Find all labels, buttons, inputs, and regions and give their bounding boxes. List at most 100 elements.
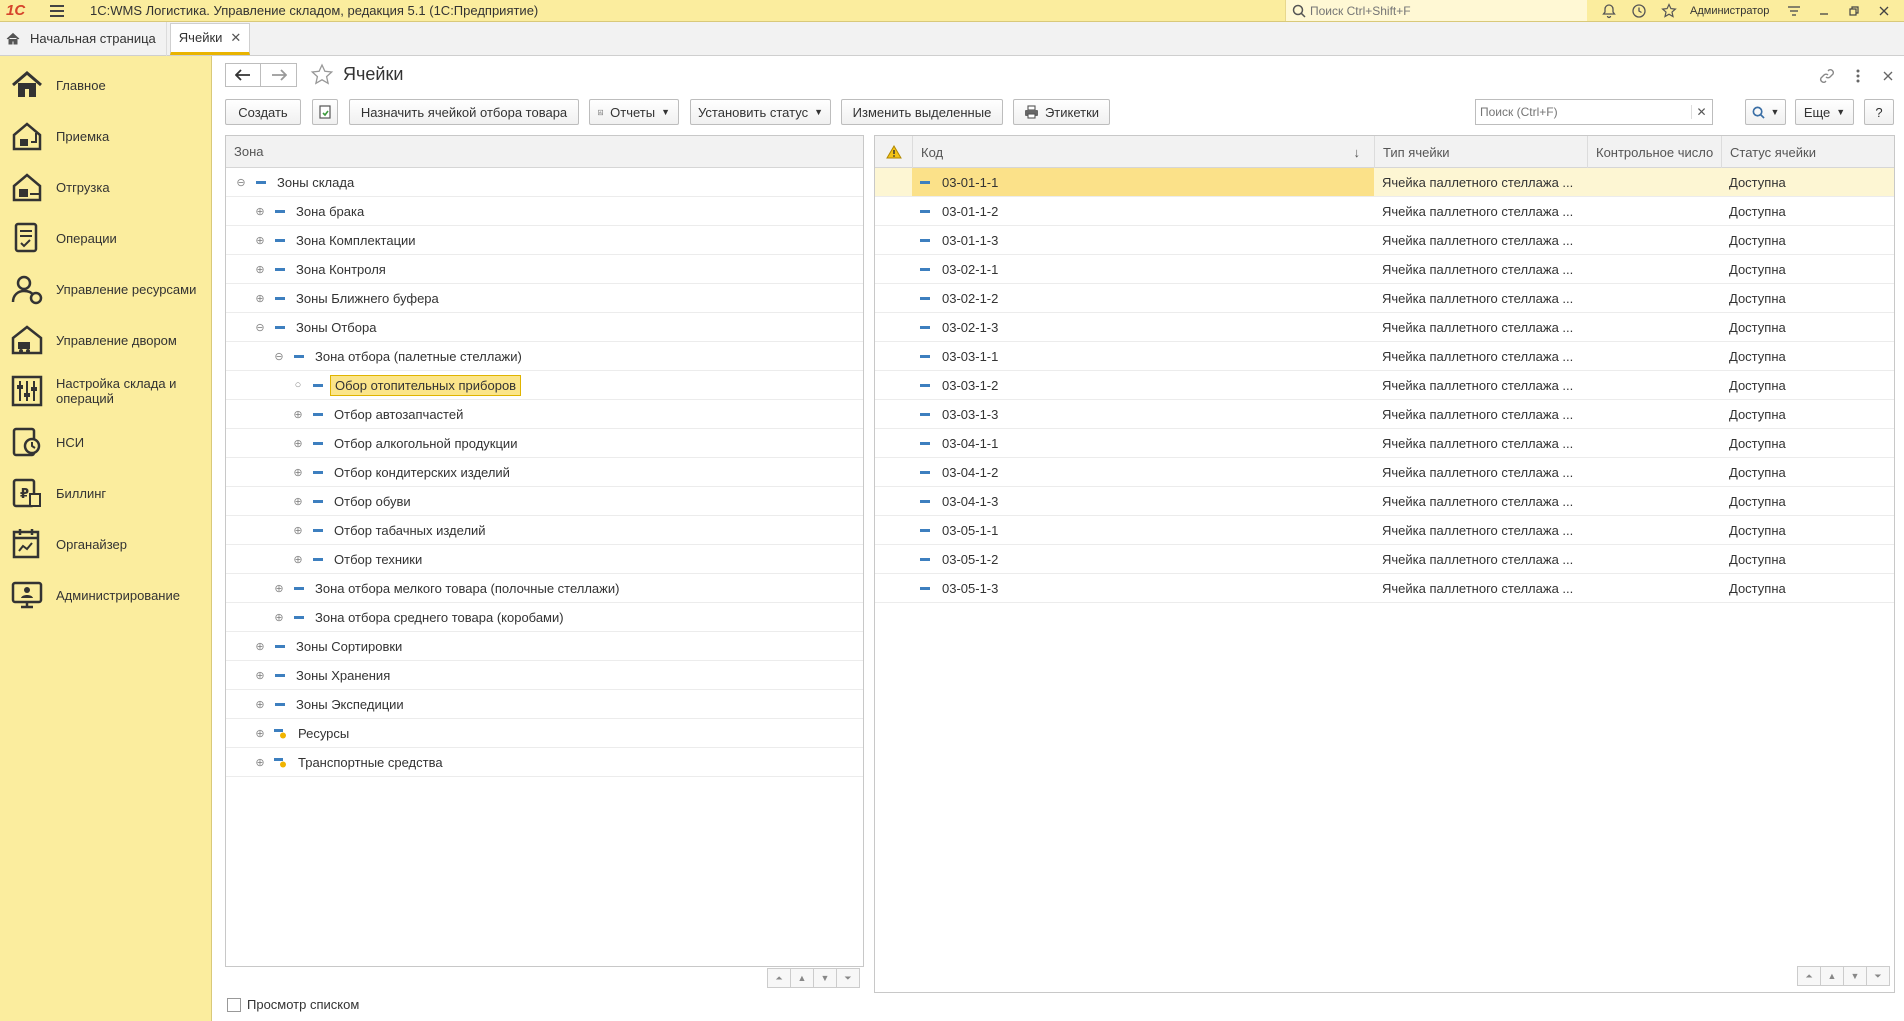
favorite-star-icon[interactable] bbox=[310, 63, 334, 87]
list-view-label[interactable]: Просмотр списком bbox=[247, 997, 359, 1012]
cell-status[interactable]: Доступна bbox=[1729, 371, 1895, 399]
cell-type[interactable]: Ячейка паллетного стеллажа ... bbox=[1382, 284, 1587, 312]
tree-row[interactable]: ⊖ Зоны склада bbox=[226, 168, 863, 197]
set-status-button[interactable]: Установить статус ▼ bbox=[690, 99, 831, 125]
tree-row[interactable]: ⊕ Зона отбора мелкого товара (полочные ст… bbox=[226, 574, 863, 603]
table-row[interactable]: 03-01-1-3 Ячейка паллетного стеллажа ... Д… bbox=[875, 226, 1894, 255]
back-button[interactable] bbox=[225, 63, 261, 87]
expand-icon[interactable]: ⊕ bbox=[291, 408, 305, 421]
cell-code[interactable]: 03-05-1-1 bbox=[912, 516, 1374, 544]
tree-row[interactable]: ⊕ Отбор табачных изделий bbox=[226, 516, 863, 545]
cell-code[interactable]: 03-02-1-2 bbox=[912, 284, 1374, 312]
tree-row[interactable]: ⊕ Отбор кондитерских изделий bbox=[226, 458, 863, 487]
sidebar-item-resources[interactable]: Управление ресурсами bbox=[0, 266, 212, 312]
scroll-top-icon[interactable]: ⏶ bbox=[1797, 966, 1821, 986]
cell-code[interactable]: 03-02-1-3 bbox=[912, 313, 1374, 341]
expand-icon[interactable]: ⊕ bbox=[253, 640, 267, 653]
settings-menu-icon[interactable] bbox=[1779, 0, 1809, 22]
table-row[interactable]: 03-05-1-3 Ячейка паллетного стеллажа ... Д… bbox=[875, 574, 1894, 603]
leaf-icon[interactable]: ○ bbox=[291, 379, 305, 391]
cell-type[interactable]: Ячейка паллетного стеллажа ... bbox=[1382, 255, 1587, 283]
cell-type[interactable]: Ячейка паллетного стеллажа ... bbox=[1382, 226, 1587, 254]
bell-icon[interactable] bbox=[1594, 0, 1624, 22]
cell-control[interactable] bbox=[1595, 400, 1721, 428]
cell-type[interactable]: Ячейка паллетного стеллажа ... bbox=[1382, 429, 1587, 457]
expand-icon[interactable]: ⊕ bbox=[253, 292, 267, 305]
sidebar-item-nsi[interactable]: НСИ bbox=[0, 419, 212, 465]
cell-status[interactable]: Доступна bbox=[1729, 168, 1895, 196]
tree-row[interactable]: ⊕ Зона отбора среднего товара (коробами) bbox=[226, 603, 863, 632]
more-vertical-icon[interactable] bbox=[1848, 66, 1868, 86]
tree-row[interactable]: ⊕ Отбор алкогольной продукции bbox=[226, 429, 863, 458]
sidebar-item-yard[interactable]: Управление двором bbox=[0, 317, 212, 363]
cell-status[interactable]: Доступна bbox=[1729, 226, 1895, 254]
user-name[interactable]: Администратор bbox=[1690, 5, 1769, 17]
tab-cells[interactable]: Ячейки ✕ bbox=[169, 22, 251, 55]
cell-type[interactable]: Ячейка паллетного стеллажа ... bbox=[1382, 197, 1587, 225]
table-row[interactable]: 03-04-1-1 Ячейка паллетного стеллажа ... Д… bbox=[875, 429, 1894, 458]
zone-tree[interactable]: Зона ⊖ Зоны склада ⊕ Зона брака ⊕ Зона Компле… bbox=[225, 135, 864, 988]
list-search-input[interactable] bbox=[1476, 104, 1691, 120]
cell-type[interactable]: Ячейка паллетного стеллажа ... bbox=[1382, 342, 1587, 370]
cell-type[interactable]: Ячейка паллетного стеллажа ... bbox=[1382, 487, 1587, 515]
table-row[interactable]: 03-02-1-2 Ячейка паллетного стеллажа ... Д… bbox=[875, 284, 1894, 313]
favorites-star-icon[interactable] bbox=[1654, 0, 1684, 22]
expand-icon[interactable]: ⊕ bbox=[253, 669, 267, 682]
cell-status[interactable]: Доступна bbox=[1729, 342, 1895, 370]
forward-button[interactable] bbox=[261, 63, 297, 87]
cell-control[interactable] bbox=[1595, 458, 1721, 486]
cell-control[interactable] bbox=[1595, 574, 1721, 602]
cell-control[interactable] bbox=[1595, 313, 1721, 341]
cell-status[interactable]: Доступна bbox=[1729, 284, 1895, 312]
history-icon[interactable] bbox=[1624, 0, 1654, 22]
link-icon[interactable] bbox=[1817, 66, 1837, 86]
expand-icon[interactable]: ⊕ bbox=[291, 466, 305, 479]
sidebar-item-operations[interactable]: Операции bbox=[0, 215, 212, 261]
sidebar-item-receiving[interactable]: Приемка bbox=[0, 113, 212, 159]
cell-status[interactable]: Доступна bbox=[1729, 400, 1895, 428]
sidebar-item-billing[interactable]: ₽ Биллинг bbox=[0, 470, 212, 516]
cell-code[interactable]: 03-05-1-3 bbox=[912, 574, 1374, 602]
sidebar-item-warehouse-settings[interactable]: Настройка склада и операций bbox=[0, 368, 212, 414]
tree-row[interactable]: ⊕ Зоны Экспедиции bbox=[226, 690, 863, 719]
expand-icon[interactable]: ⊕ bbox=[291, 524, 305, 537]
sidebar-item-main[interactable]: Главное bbox=[0, 62, 212, 108]
global-search-input[interactable] bbox=[1306, 2, 1566, 19]
table-row[interactable]: 03-01-1-1 Ячейка паллетного стеллажа ... Д… bbox=[875, 168, 1894, 197]
table-row[interactable]: 03-03-1-3 Ячейка паллетного стеллажа ... Д… bbox=[875, 400, 1894, 429]
expand-icon[interactable]: ⊕ bbox=[291, 553, 305, 566]
cell-control[interactable] bbox=[1595, 516, 1721, 544]
create-button[interactable]: Создать bbox=[225, 99, 301, 125]
collapse-icon[interactable]: ⊖ bbox=[234, 176, 248, 189]
expand-icon[interactable]: ⊕ bbox=[291, 495, 305, 508]
expand-icon[interactable]: ⊕ bbox=[253, 756, 267, 769]
tree-row[interactable]: ⊕ Отбор обуви bbox=[226, 487, 863, 516]
cell-code[interactable]: 03-04-1-1 bbox=[912, 429, 1374, 457]
edit-selected-button[interactable]: Изменить выделенные bbox=[841, 99, 1003, 125]
cell-type[interactable]: Ячейка паллетного стеллажа ... bbox=[1382, 168, 1587, 196]
main-menu-icon[interactable] bbox=[50, 0, 72, 22]
cell-control[interactable] bbox=[1595, 371, 1721, 399]
column-type[interactable]: Тип ячейки bbox=[1374, 136, 1587, 168]
cell-status[interactable]: Доступна bbox=[1729, 545, 1895, 573]
collapse-icon[interactable]: ⊖ bbox=[272, 350, 286, 363]
tree-row[interactable]: ⊕ Зоны Сортировки bbox=[226, 632, 863, 661]
table-row[interactable]: 03-05-1-1 Ячейка паллетного стеллажа ... Д… bbox=[875, 516, 1894, 545]
scroll-bottom-icon[interactable]: ⏷ bbox=[1866, 966, 1890, 986]
tree-row[interactable]: ⊖ Зона отбора (палетные стеллажи) bbox=[226, 342, 863, 371]
table-row[interactable]: 03-05-1-2 Ячейка паллетного стеллажа ... Д… bbox=[875, 545, 1894, 574]
cell-type[interactable]: Ячейка паллетного стеллажа ... bbox=[1382, 574, 1587, 602]
expand-icon[interactable]: ⊕ bbox=[291, 437, 305, 450]
more-button[interactable]: Еще ▼ bbox=[1795, 99, 1854, 125]
expand-icon[interactable]: ⊕ bbox=[253, 263, 267, 276]
labels-button[interactable]: Этикетки bbox=[1013, 99, 1110, 125]
expand-icon[interactable]: ⊕ bbox=[253, 727, 267, 740]
expand-icon[interactable]: ⊕ bbox=[272, 582, 286, 595]
tree-row[interactable]: ⊕ Ресурсы bbox=[226, 719, 863, 748]
cell-code[interactable]: 03-05-1-2 bbox=[912, 545, 1374, 573]
cell-type[interactable]: Ячейка паллетного стеллажа ... bbox=[1382, 371, 1587, 399]
cell-control[interactable] bbox=[1595, 429, 1721, 457]
close-window-icon[interactable] bbox=[1869, 0, 1899, 22]
scroll-up-icon[interactable]: ▲ bbox=[790, 968, 814, 988]
table-row[interactable]: 03-03-1-2 Ячейка паллетного стеллажа ... Д… bbox=[875, 371, 1894, 400]
